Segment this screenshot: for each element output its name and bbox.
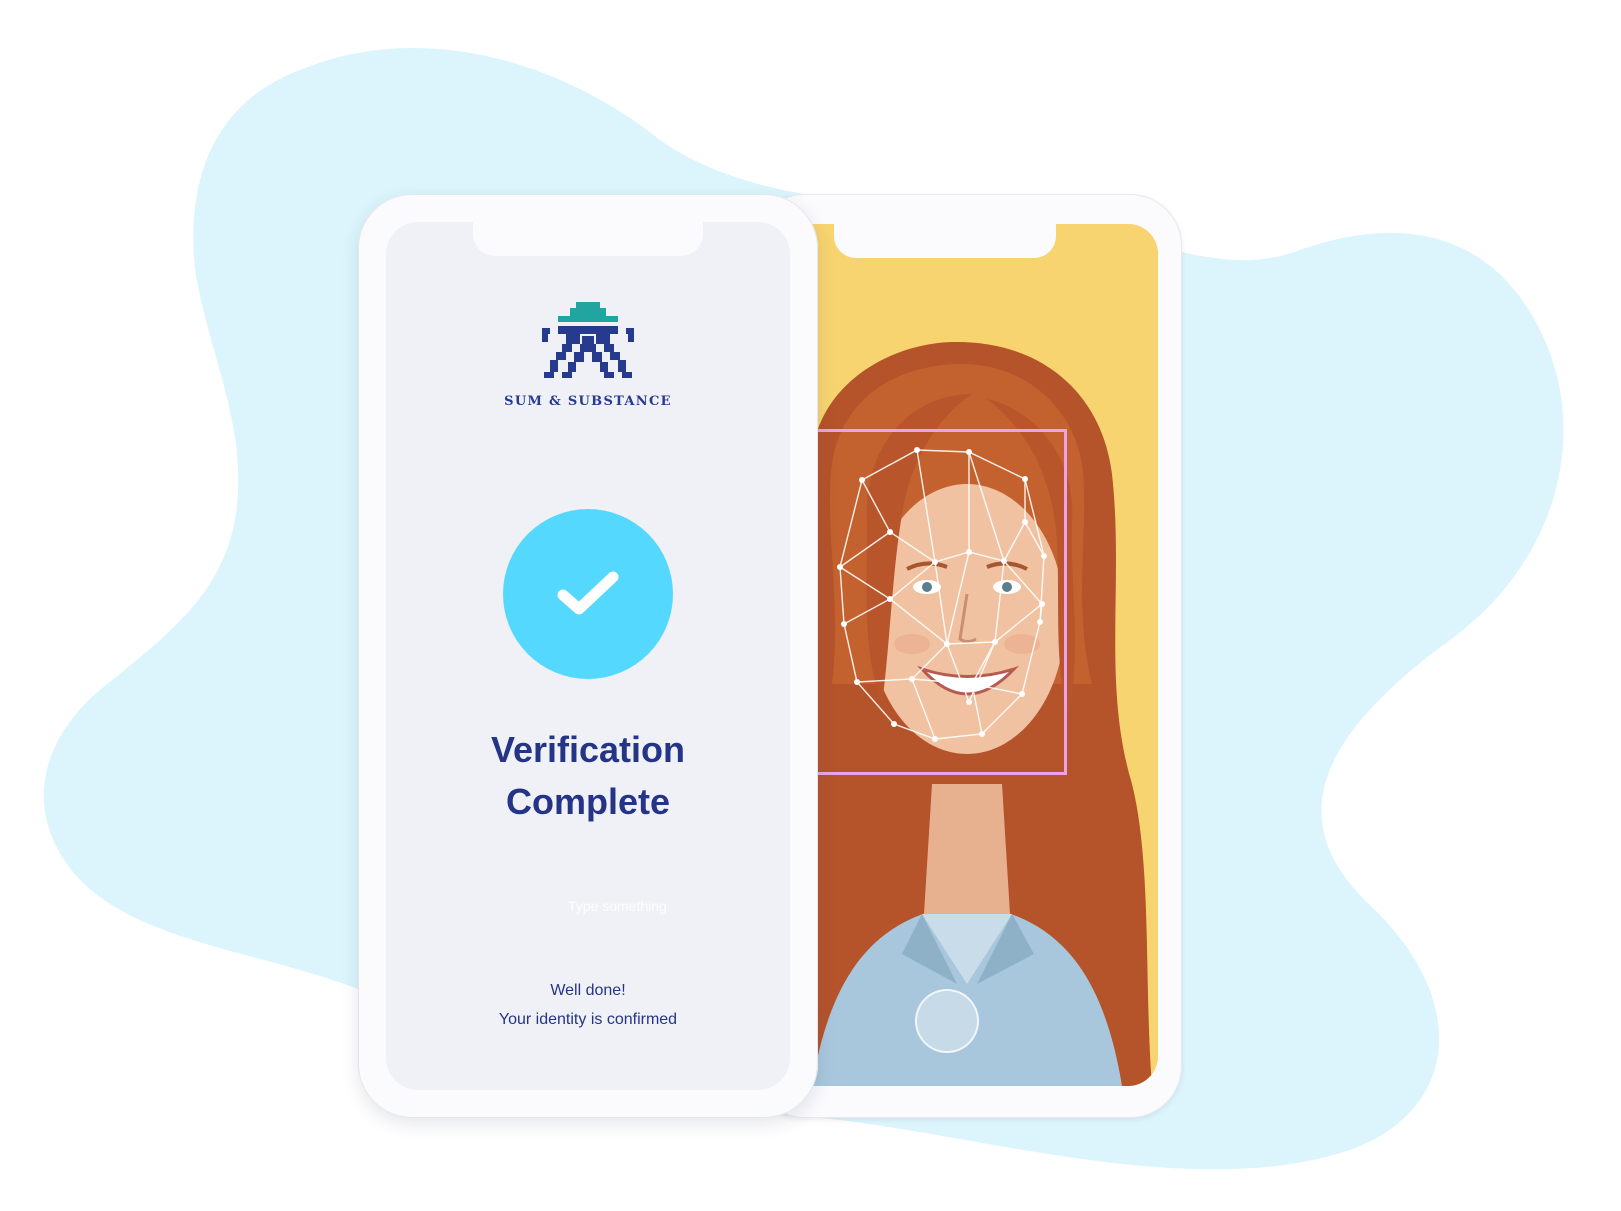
brand-name: SUM & SUBSTANCE	[504, 394, 672, 409]
checkmark-icon	[557, 571, 619, 615]
verification-screen: SUM & SUBSTANCE Verification Complete We…	[386, 222, 790, 1090]
phone-notch	[473, 222, 703, 256]
shutter-button-icon[interactable]	[915, 989, 979, 1053]
success-message: Well done!	[550, 982, 626, 999]
phone-notch	[834, 224, 1056, 258]
title-line-1: Verification	[490, 729, 686, 770]
face-landmark-mesh	[837, 447, 1047, 742]
pixel-figure-with-hat-logo	[542, 302, 634, 378]
verification-phone: SUM & SUBSTANCE Verification Complete We…	[358, 194, 818, 1118]
verified-badge	[503, 509, 673, 679]
camera-screen	[772, 224, 1158, 1086]
confirmation-message: Your identity is confirmed	[498, 1011, 678, 1028]
title-line-2: Complete	[505, 781, 671, 822]
page-title: Verification Complete	[386, 724, 790, 828]
text-input[interactable]	[568, 898, 708, 914]
